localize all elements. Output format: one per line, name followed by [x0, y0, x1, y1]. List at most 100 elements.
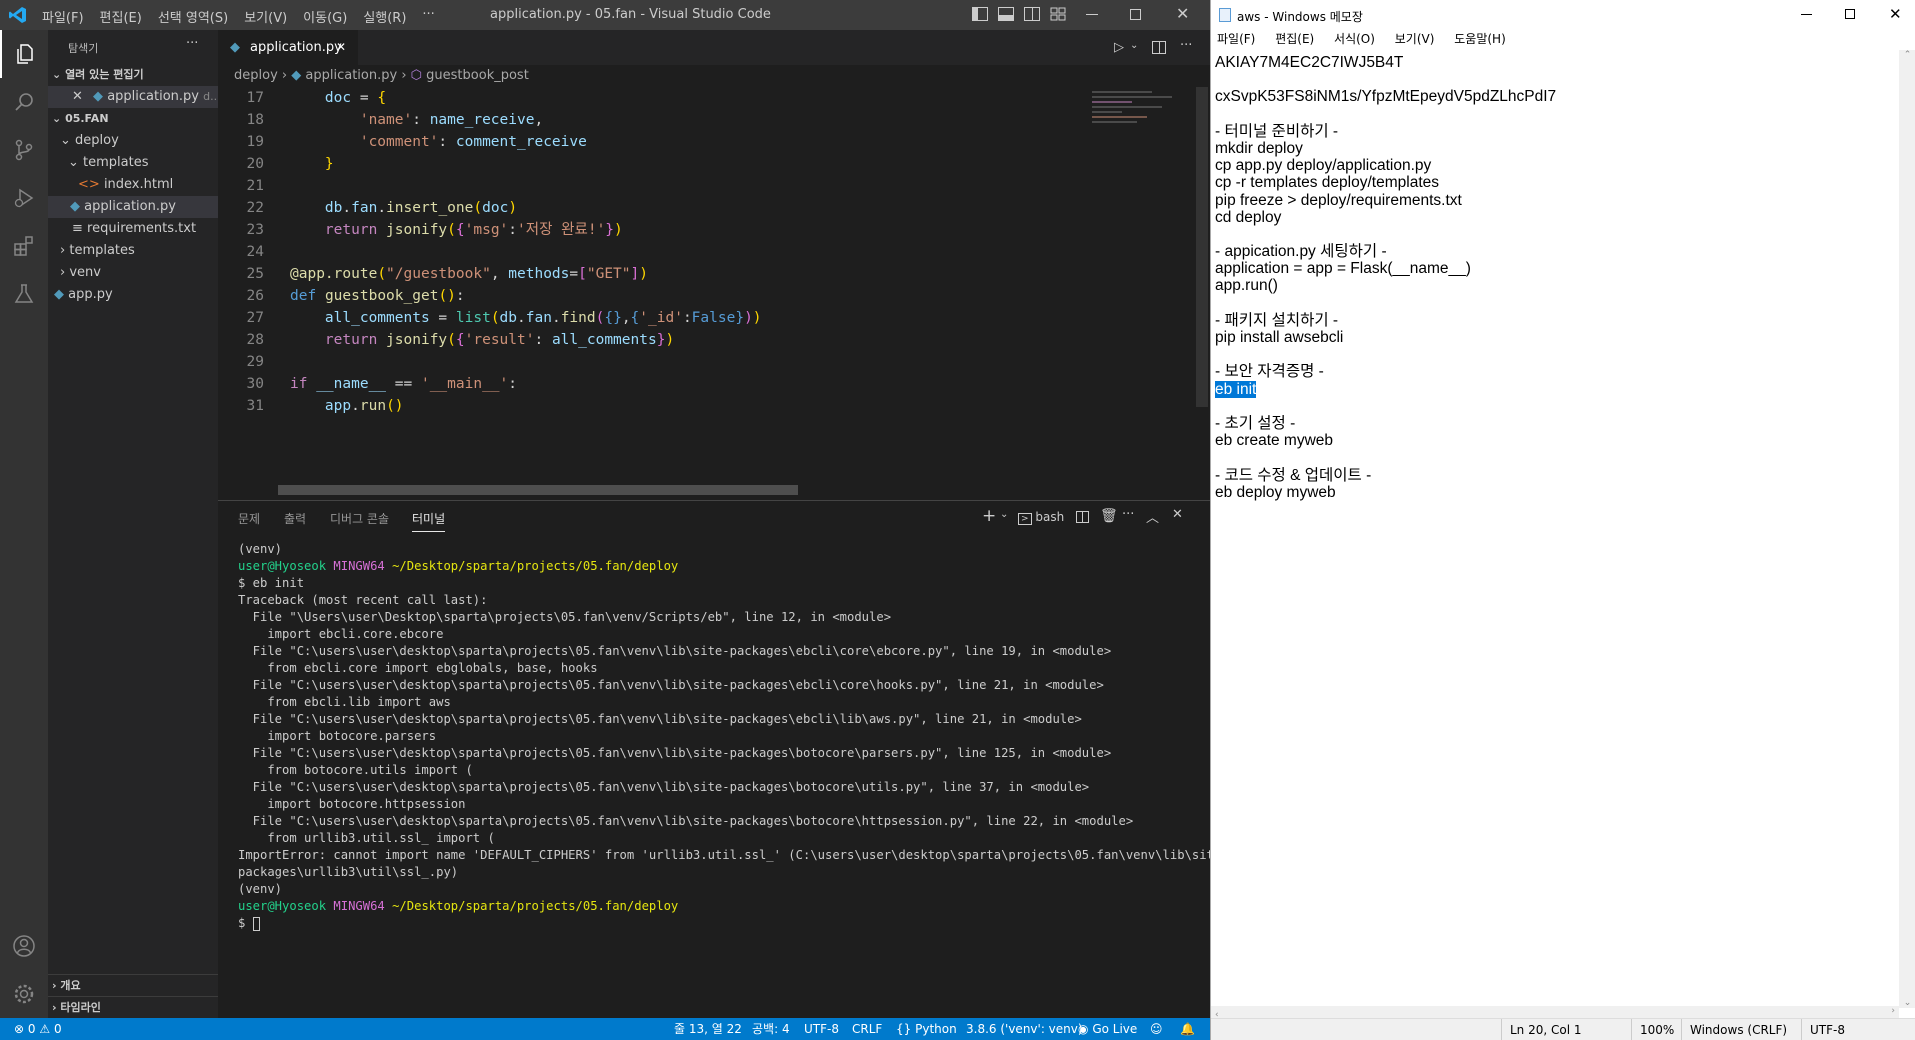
account-icon[interactable] [0, 922, 48, 970]
editor-tab-application-py[interactable]: ◆ application.py ✕ [218, 30, 358, 65]
zoom-level: 100% [1631, 1019, 1674, 1040]
trash-icon[interactable]: 🗑 [1100, 508, 1118, 524]
close-icon[interactable]: ✕ [72, 89, 83, 104]
menu-file[interactable]: 파일(F) [1217, 32, 1255, 46]
menu-more[interactable]: ··· [414, 7, 442, 26]
outline-section[interactable]: › 개요 [48, 974, 218, 996]
vertical-scrollbar[interactable] [1196, 87, 1208, 407]
tab-debug-console[interactable]: 디버그 콘솔 [330, 510, 389, 527]
menu-run[interactable]: 실행(R) [355, 7, 414, 26]
toggle-secondary-sidebar-icon[interactable] [1024, 7, 1040, 21]
problems-indicator[interactable]: ⊗ 0 ⚠ 0 [14, 1018, 62, 1040]
tree-item-templates-open[interactable]: ⌄ templates [48, 152, 218, 174]
go-live-button[interactable]: ◉ Go Live [1078, 1018, 1137, 1040]
menu-selection[interactable]: 선택 영역(S) [150, 7, 236, 26]
tab-output[interactable]: 출력 [284, 510, 306, 527]
chevron-down-icon[interactable]: ⌄ [1000, 509, 1008, 520]
horizontal-scrollbar[interactable]: ‹ › [1211, 1006, 1899, 1020]
cursor-position[interactable]: 줄 13, 열 22 [674, 1018, 742, 1040]
status-bar: ⊗ 0 ⚠ 0 줄 13, 열 22 공백: 4 UTF-8 CRLF {} P… [0, 1018, 1210, 1040]
close-panel-icon[interactable]: ✕ [1172, 507, 1183, 522]
explorer-icon[interactable] [0, 30, 48, 78]
terminal-line: from botocore.utils import ( [238, 763, 473, 777]
close-icon[interactable]: ✕ [1889, 5, 1902, 23]
minimap[interactable] [1092, 87, 1192, 157]
terminal-line: (venv) [238, 542, 283, 556]
vertical-scrollbar[interactable]: ⌃ ⌄ [1899, 50, 1915, 1008]
menu-edit[interactable]: 편집(E) [92, 7, 150, 26]
menu-help[interactable]: 도움말(H) [1454, 32, 1506, 46]
search-icon[interactable] [0, 78, 48, 126]
toggle-panel-icon[interactable] [998, 7, 1014, 21]
notepad-text-area[interactable]: AKIAY7M4EC2C7IWJ5B4T cxSvpK53FS8iNM1s/Yfp… [1215, 52, 1895, 501]
line-number: 28 [246, 332, 264, 348]
split-terminal-icon[interactable] [1076, 511, 1089, 523]
notepad-line: cd deploy [1215, 208, 1282, 226]
open-editor-item[interactable]: ✕ ◆ application.py d... [48, 86, 218, 108]
breadcrumb-deploy[interactable]: deploy [234, 68, 278, 83]
vscode-logo-icon [8, 5, 28, 25]
menu-format[interactable]: 서식(O) [1334, 32, 1375, 46]
customize-layout-icon[interactable] [1050, 7, 1066, 21]
maximize-panel-icon[interactable]: ︿ [1146, 507, 1159, 526]
new-terminal-icon[interactable]: + [982, 506, 996, 526]
menu-file[interactable]: 파일(F) [34, 7, 92, 26]
eol[interactable]: CRLF [852, 1018, 882, 1040]
tree-item-deploy[interactable]: ⌄ deploy [48, 130, 218, 152]
minimize-icon[interactable] [1086, 14, 1098, 15]
line-number: 25 [246, 266, 264, 282]
project-section[interactable]: ⌄ 05.FAN [48, 108, 218, 130]
more-actions-icon[interactable]: ··· [1180, 38, 1192, 53]
tree-item-templates[interactable]: › templates [48, 240, 218, 262]
chevron-down-icon[interactable]: ⌄ [1130, 40, 1138, 51]
terminal-output[interactable]: (venv) user@Hyoseok MINGW64 ~/Desktop/spa… [238, 541, 1210, 932]
feedback-icon[interactable]: ☺ [1150, 1018, 1163, 1040]
tab-problems[interactable]: 문제 [238, 510, 260, 527]
maximize-icon[interactable] [1845, 9, 1855, 19]
minimize-icon[interactable] [1801, 14, 1812, 15]
menu-view[interactable]: 보기(V) [236, 7, 295, 26]
toggle-sidebar-icon[interactable] [972, 7, 988, 21]
extensions-icon[interactable] [0, 222, 48, 270]
tree-item-requirements[interactable]: ≡ requirements.txt [48, 218, 218, 240]
notepad-line: mkdir deploy [1215, 139, 1303, 157]
close-tab-icon[interactable]: ✕ [336, 30, 346, 65]
notepad-titlebar: aws - Windows 메모장 ✕ [1211, 0, 1915, 30]
horizontal-scrollbar[interactable] [278, 485, 798, 495]
tree-item-app-py[interactable]: ◆ app.py [48, 284, 218, 306]
menu-go[interactable]: 이동(G) [295, 7, 355, 26]
code-line: all_comments = list(db.fan.find({},{'_id… [324, 310, 762, 326]
more-actions-icon[interactable]: ··· [1122, 507, 1134, 522]
terminal-icon: > [1018, 513, 1032, 525]
bottom-panel: 문제 출력 디버그 콘솔 터미널 + ⌄ > bash 🗑 ··· ︿ ✕ (v… [218, 500, 1210, 1018]
testing-flask-icon[interactable] [0, 270, 48, 318]
terminal-shell[interactable]: > bash [1018, 510, 1064, 525]
more-actions-icon[interactable]: ··· [186, 36, 198, 51]
timeline-section[interactable]: › 타임라인 [48, 996, 218, 1018]
tree-item-index-html[interactable]: <> index.html [48, 174, 218, 196]
tab-terminal[interactable]: 터미널 [412, 510, 446, 532]
run-python-icon[interactable]: ▷ [1114, 40, 1124, 55]
python-interpreter[interactable]: 3.8.6 ('venv': venv) [966, 1018, 1083, 1040]
open-editors-section[interactable]: ⌄ 열려 있는 편집기 [48, 64, 218, 86]
tree-item-application-py[interactable]: ◆ application.py [48, 196, 218, 218]
source-control-icon[interactable] [0, 126, 48, 174]
code-line: @app.route("/guestbook", methods=["GET"]… [290, 266, 648, 282]
encoding[interactable]: UTF-8 [804, 1018, 839, 1040]
tree-item-venv[interactable]: › venv [48, 262, 218, 284]
notifications-bell-icon[interactable]: 🔔 [1180, 1018, 1195, 1040]
terminal-cursor [252, 916, 260, 931]
breadcrumb-symbol[interactable]: guestbook_post [426, 68, 529, 83]
menu-edit[interactable]: 편집(E) [1275, 32, 1314, 46]
menu-view[interactable]: 보기(V) [1395, 32, 1435, 46]
split-editor-icon[interactable] [1152, 41, 1166, 54]
code-editor[interactable]: 17 18 19 20 21 22 23 24 25 26 27 28 29 3… [218, 87, 1088, 487]
maximize-icon[interactable] [1130, 9, 1141, 20]
close-icon[interactable]: ✕ [1176, 4, 1189, 23]
indentation[interactable]: 공백: 4 [752, 1018, 790, 1040]
settings-gear-icon[interactable] [0, 970, 48, 1018]
run-debug-icon[interactable] [0, 174, 48, 222]
language-mode[interactable]: {} Python [896, 1018, 957, 1040]
python-file-icon: ◆ [291, 68, 302, 83]
breadcrumb-file[interactable]: application.py [305, 68, 397, 83]
